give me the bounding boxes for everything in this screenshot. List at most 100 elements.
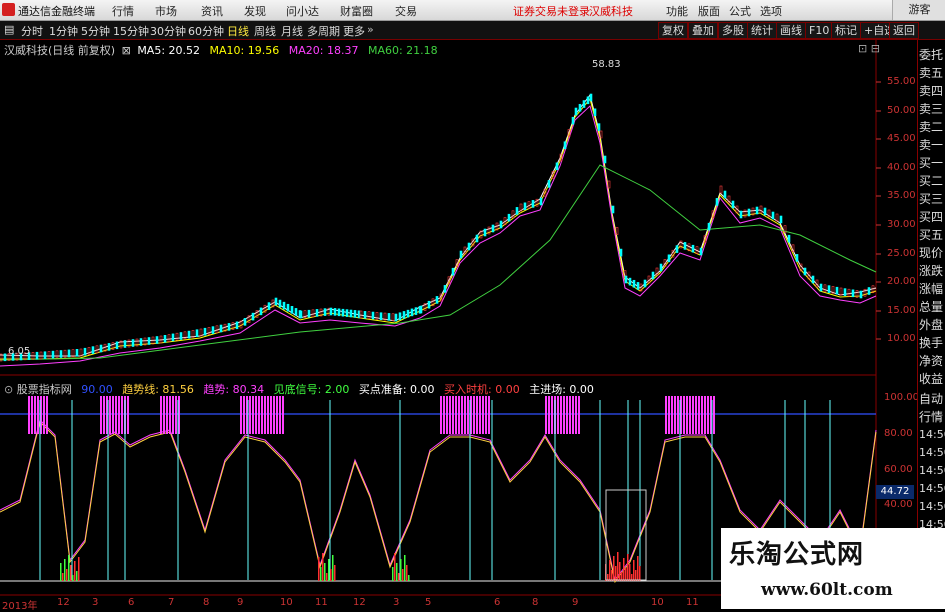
menu-grid-icon[interactable]: ▤: [4, 23, 14, 36]
buy-signal-bar: [62, 573, 64, 581]
y-tick: 10.00: [887, 333, 916, 344]
tab-5min[interactable]: 5分钟: [81, 23, 110, 39]
candle: [251, 312, 255, 321]
fuquan-button[interactable]: 复权: [658, 22, 688, 39]
f10-button[interactable]: F10: [805, 22, 834, 39]
candle: [607, 180, 611, 189]
tab-1min[interactable]: 1分钟: [49, 23, 78, 39]
panel-turnover: 换手: [919, 336, 944, 350]
buy-signal-bar: [78, 557, 80, 581]
panel-change-pct: 涨幅: [919, 282, 944, 296]
x-tick: 6: [128, 597, 135, 608]
tab-multi-period[interactable]: 多周期: [307, 23, 340, 39]
overbought-bar: [112, 396, 114, 434]
chart-canvas[interactable]: [0, 40, 917, 609]
candle: [867, 287, 871, 295]
overbought-bar: [163, 396, 165, 434]
candle: [459, 250, 463, 259]
candle: [599, 130, 603, 139]
menu-item-wenxiaoda[interactable]: 问小达: [286, 3, 319, 19]
panel-weituo[interactable]: 委托: [919, 46, 945, 63]
candle: [155, 336, 159, 344]
menu-item-gongshi[interactable]: 公式: [729, 3, 751, 19]
candle: [779, 215, 783, 224]
overbought-bar: [28, 396, 30, 434]
tab-fenshi[interactable]: 分时: [21, 23, 43, 39]
menu-item-caifuquan[interactable]: 财富圈: [340, 3, 373, 19]
candle: [59, 350, 63, 358]
duogu-button[interactable]: 多股: [718, 22, 748, 39]
candle: [691, 244, 695, 253]
tab-weekly[interactable]: 周线: [254, 23, 276, 39]
candle: [582, 100, 586, 108]
menu-item-xuanxiang[interactable]: 选项: [760, 3, 782, 19]
overbought-bar: [695, 396, 697, 434]
tab-daily[interactable]: 日线: [227, 23, 249, 39]
diejia-button[interactable]: 叠加: [688, 22, 718, 39]
buy-signal-bar: [406, 565, 408, 581]
buy-signal-bar: [629, 564, 631, 581]
buy-signal-bar: [324, 563, 326, 581]
candle: [531, 200, 535, 208]
candle: [323, 308, 327, 316]
tab-more[interactable]: 更多: [343, 23, 365, 39]
candle: [163, 334, 167, 343]
buy-signal-bar: [637, 556, 639, 581]
indicator-90: 90.00: [81, 383, 113, 396]
overbought-bar: [545, 396, 547, 434]
back-button[interactable]: 返回: [889, 22, 919, 39]
tab-15min[interactable]: 15分钟: [113, 23, 149, 39]
x-tick: 8: [532, 597, 539, 608]
candle: [787, 234, 791, 243]
candle: [847, 288, 851, 297]
overbought-bar: [701, 396, 703, 434]
sub-y-tick: 80.00: [884, 428, 913, 439]
more-chevron-icon[interactable]: »: [367, 23, 374, 36]
candle: [131, 339, 135, 347]
current-value-badge: 44.72: [876, 485, 914, 499]
ma60-line: [0, 164, 877, 361]
candle: [619, 248, 623, 257]
main-chart-header: 汉威科技(日线 前复权) ⊠ MA5: 20.52 MA10: 19.56 MA…: [4, 42, 438, 58]
sub-chart-settings-icon[interactable]: ⊙: [4, 383, 13, 396]
buy-signal-bar: [396, 563, 398, 581]
x-tick: 5: [425, 597, 432, 608]
menu-item-hangqing[interactable]: 行情: [112, 3, 134, 19]
app-logo-icon: [2, 3, 15, 16]
overbought-bar: [707, 396, 709, 434]
menu-item-faxian[interactable]: 发现: [244, 3, 266, 19]
candle: [843, 288, 847, 296]
x-tick: 9: [237, 597, 244, 608]
huaxian-button[interactable]: 画线: [776, 22, 806, 39]
candle: [406, 309, 410, 318]
overbought-bar: [109, 396, 111, 434]
login-notice[interactable]: 证券交易未登录: [513, 3, 590, 19]
menu-item-jiaoyi[interactable]: 交易: [395, 3, 417, 19]
menu-item-gongneng[interactable]: 功能: [666, 3, 688, 19]
buy-signal-bar: [76, 571, 78, 581]
tab-60min[interactable]: 60分钟: [188, 23, 224, 39]
overbought-bar: [458, 396, 460, 434]
biaoji-button[interactable]: 标记: [831, 22, 861, 39]
buy-signal-bar: [398, 573, 400, 581]
panel-quote[interactable]: 行情: [919, 408, 945, 425]
panel-auto[interactable]: 自动: [919, 390, 945, 407]
menu-item-zixun[interactable]: 资讯: [201, 3, 223, 19]
candle: [51, 350, 55, 359]
candle: [115, 341, 119, 350]
tongji-button[interactable]: 统计: [747, 22, 777, 39]
y-tick: 40.00: [887, 162, 916, 173]
sub-y-tick: 60.00: [884, 464, 913, 475]
menu-item-banmian[interactable]: 版面: [698, 3, 720, 19]
main-chart-close-icon[interactable]: ⊠: [122, 44, 131, 57]
panel-buy3: 买三: [919, 192, 944, 206]
menu-item-shichang[interactable]: 市场: [155, 3, 177, 19]
buy-signal-bar: [60, 563, 62, 581]
login-button[interactable]: 游客: [892, 0, 945, 20]
tick-time: 14:50: [919, 500, 945, 513]
panel-buy5: 买五: [919, 228, 944, 242]
candle: [349, 309, 353, 318]
tab-30min[interactable]: 30分钟: [150, 23, 186, 39]
chart-collapse-icon[interactable]: ⊡ ⊟: [858, 42, 880, 55]
tab-monthly[interactable]: 月线: [281, 23, 303, 39]
